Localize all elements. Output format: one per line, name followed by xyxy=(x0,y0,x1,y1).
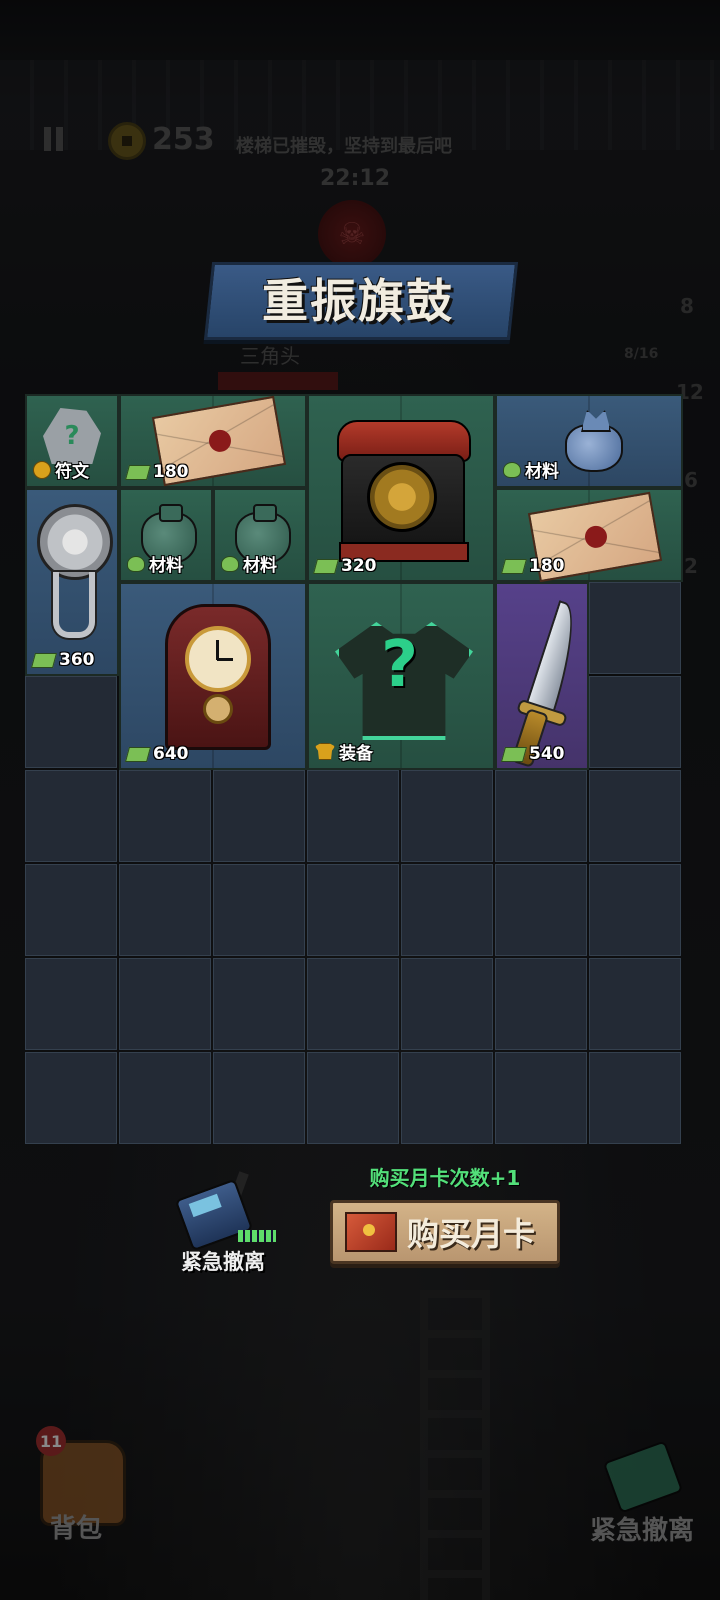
blue-sack-icon xyxy=(565,424,623,472)
grid-slot[interactable] xyxy=(589,864,681,956)
grid-slot[interactable] xyxy=(589,958,681,1050)
item-tag: 装备 xyxy=(315,739,373,764)
item-tag-text: 符文 xyxy=(55,462,89,482)
clock-pendulum xyxy=(203,694,233,724)
item-price: 180 xyxy=(500,556,565,576)
walkie-talkie-icon xyxy=(602,1440,684,1514)
monthly-card-promo: 购买月卡次数+1 xyxy=(369,1166,521,1190)
grid-slot[interactable] xyxy=(307,770,399,862)
grid-slot[interactable] xyxy=(119,770,211,862)
red-envelope-icon xyxy=(345,1212,397,1252)
grid-slot[interactable] xyxy=(213,1052,305,1144)
cash-icon xyxy=(500,746,528,762)
item-material-sack[interactable]: 材料 xyxy=(213,488,307,582)
item-price-value: 180 xyxy=(529,556,565,576)
grid-slot[interactable] xyxy=(401,1052,493,1144)
item-tag: 材料 xyxy=(127,551,183,576)
bookmark-clip xyxy=(53,572,95,638)
item-dagger[interactable]: 540 xyxy=(495,582,589,770)
item-material-sack[interactable]: 材料 xyxy=(119,488,213,582)
grid-slot[interactable] xyxy=(25,676,117,768)
gold-coin-icon xyxy=(33,460,51,479)
grid-slot[interactable] xyxy=(25,1052,117,1144)
grid-slot[interactable] xyxy=(401,770,493,862)
clock-face xyxy=(185,626,251,692)
item-price-value: 320 xyxy=(341,556,377,576)
emergency-evacuate-label[interactable]: 紧急撤离 xyxy=(168,1246,278,1276)
grid-slot[interactable] xyxy=(401,958,493,1050)
cash-icon xyxy=(30,652,58,668)
silver-bookmark-icon xyxy=(37,504,113,580)
item-tag: 材料 xyxy=(221,551,277,576)
grid-slot[interactable] xyxy=(25,770,117,862)
item-tag: 材料 xyxy=(503,457,559,482)
grid-slot[interactable] xyxy=(119,958,211,1050)
item-material-bag[interactable]: 材料 xyxy=(495,394,683,488)
item-price-value: 640 xyxy=(153,744,189,764)
buy-monthly-card-label: 购买月卡 xyxy=(407,1215,536,1253)
grid-slot[interactable] xyxy=(307,958,399,1050)
grid-slot[interactable] xyxy=(401,864,493,956)
item-price: 320 xyxy=(312,556,377,576)
grid-slot[interactable] xyxy=(307,1052,399,1144)
item-tag-text: 材料 xyxy=(243,556,277,576)
curved-dagger-icon xyxy=(524,600,588,718)
item-price: 640 xyxy=(124,744,189,764)
grid-slot[interactable] xyxy=(25,958,117,1050)
grid-slot[interactable] xyxy=(589,582,681,674)
bottom-evacuate-label[interactable]: 紧急撤离 xyxy=(590,1510,694,1547)
grid-slot[interactable] xyxy=(307,864,399,956)
material-icon xyxy=(127,555,145,572)
unknown-mark: ? xyxy=(381,628,419,702)
telephone-dial xyxy=(367,462,437,532)
buy-monthly-card-button[interactable]: 购买月卡 xyxy=(330,1200,560,1264)
grid-slot[interactable] xyxy=(495,958,587,1050)
item-tag-text: 装备 xyxy=(339,744,373,764)
item-tag: 符文 xyxy=(33,457,89,482)
item-price-value: 360 xyxy=(59,650,95,670)
item-tag-text: 材料 xyxy=(149,556,183,576)
item-price-value: 540 xyxy=(529,744,565,764)
item-letter[interactable]: 180 xyxy=(495,488,683,583)
item-price: 360 xyxy=(30,650,95,670)
item-tag-text: 材料 xyxy=(525,462,559,482)
cash-icon xyxy=(124,746,152,762)
grid-slot[interactable] xyxy=(119,864,211,956)
grid-slot[interactable] xyxy=(589,1052,681,1144)
grid-slot[interactable] xyxy=(213,864,305,956)
item-price: 540 xyxy=(500,744,565,764)
material-icon xyxy=(503,461,521,478)
cash-icon xyxy=(124,464,152,480)
grid-slot[interactable] xyxy=(495,1052,587,1144)
item-price-value: 180 xyxy=(153,462,189,482)
cash-icon xyxy=(312,558,340,574)
cash-icon xyxy=(500,558,528,574)
backpack-count-badge: 11 xyxy=(36,1426,66,1456)
grid-slot[interactable] xyxy=(213,770,305,862)
bottom-evacuate-icon[interactable] xyxy=(600,1440,690,1520)
item-bookmark[interactable]: 360 xyxy=(25,488,119,676)
item-equipment[interactable]: ? 装备 xyxy=(307,582,495,770)
shirt-icon xyxy=(315,743,335,760)
title-banner-text: 重振旗鼓 xyxy=(262,274,454,328)
item-letter[interactable]: 180 xyxy=(119,394,307,488)
inventory-grid: ? 符文 180 320 材料 360 材料 材料 180 640 ? 装备 5… xyxy=(25,394,683,1146)
grid-slot[interactable] xyxy=(495,864,587,956)
grid-slot[interactable] xyxy=(119,1052,211,1144)
backpack-label[interactable]: 背包 xyxy=(50,1508,102,1545)
grid-slot[interactable] xyxy=(213,958,305,1050)
grid-slot[interactable] xyxy=(589,676,681,768)
grid-slot[interactable] xyxy=(495,770,587,862)
material-icon xyxy=(221,555,239,572)
item-clock[interactable]: 640 xyxy=(119,582,307,770)
grid-slot[interactable] xyxy=(25,864,117,956)
rune-stone-icon: ? xyxy=(43,408,101,464)
item-price: 180 xyxy=(124,462,189,482)
grid-slot[interactable] xyxy=(589,770,681,862)
signal-bar-icon xyxy=(238,1230,276,1242)
item-telephone[interactable]: 320 xyxy=(307,394,495,582)
item-rune[interactable]: ? 符文 xyxy=(25,394,119,488)
